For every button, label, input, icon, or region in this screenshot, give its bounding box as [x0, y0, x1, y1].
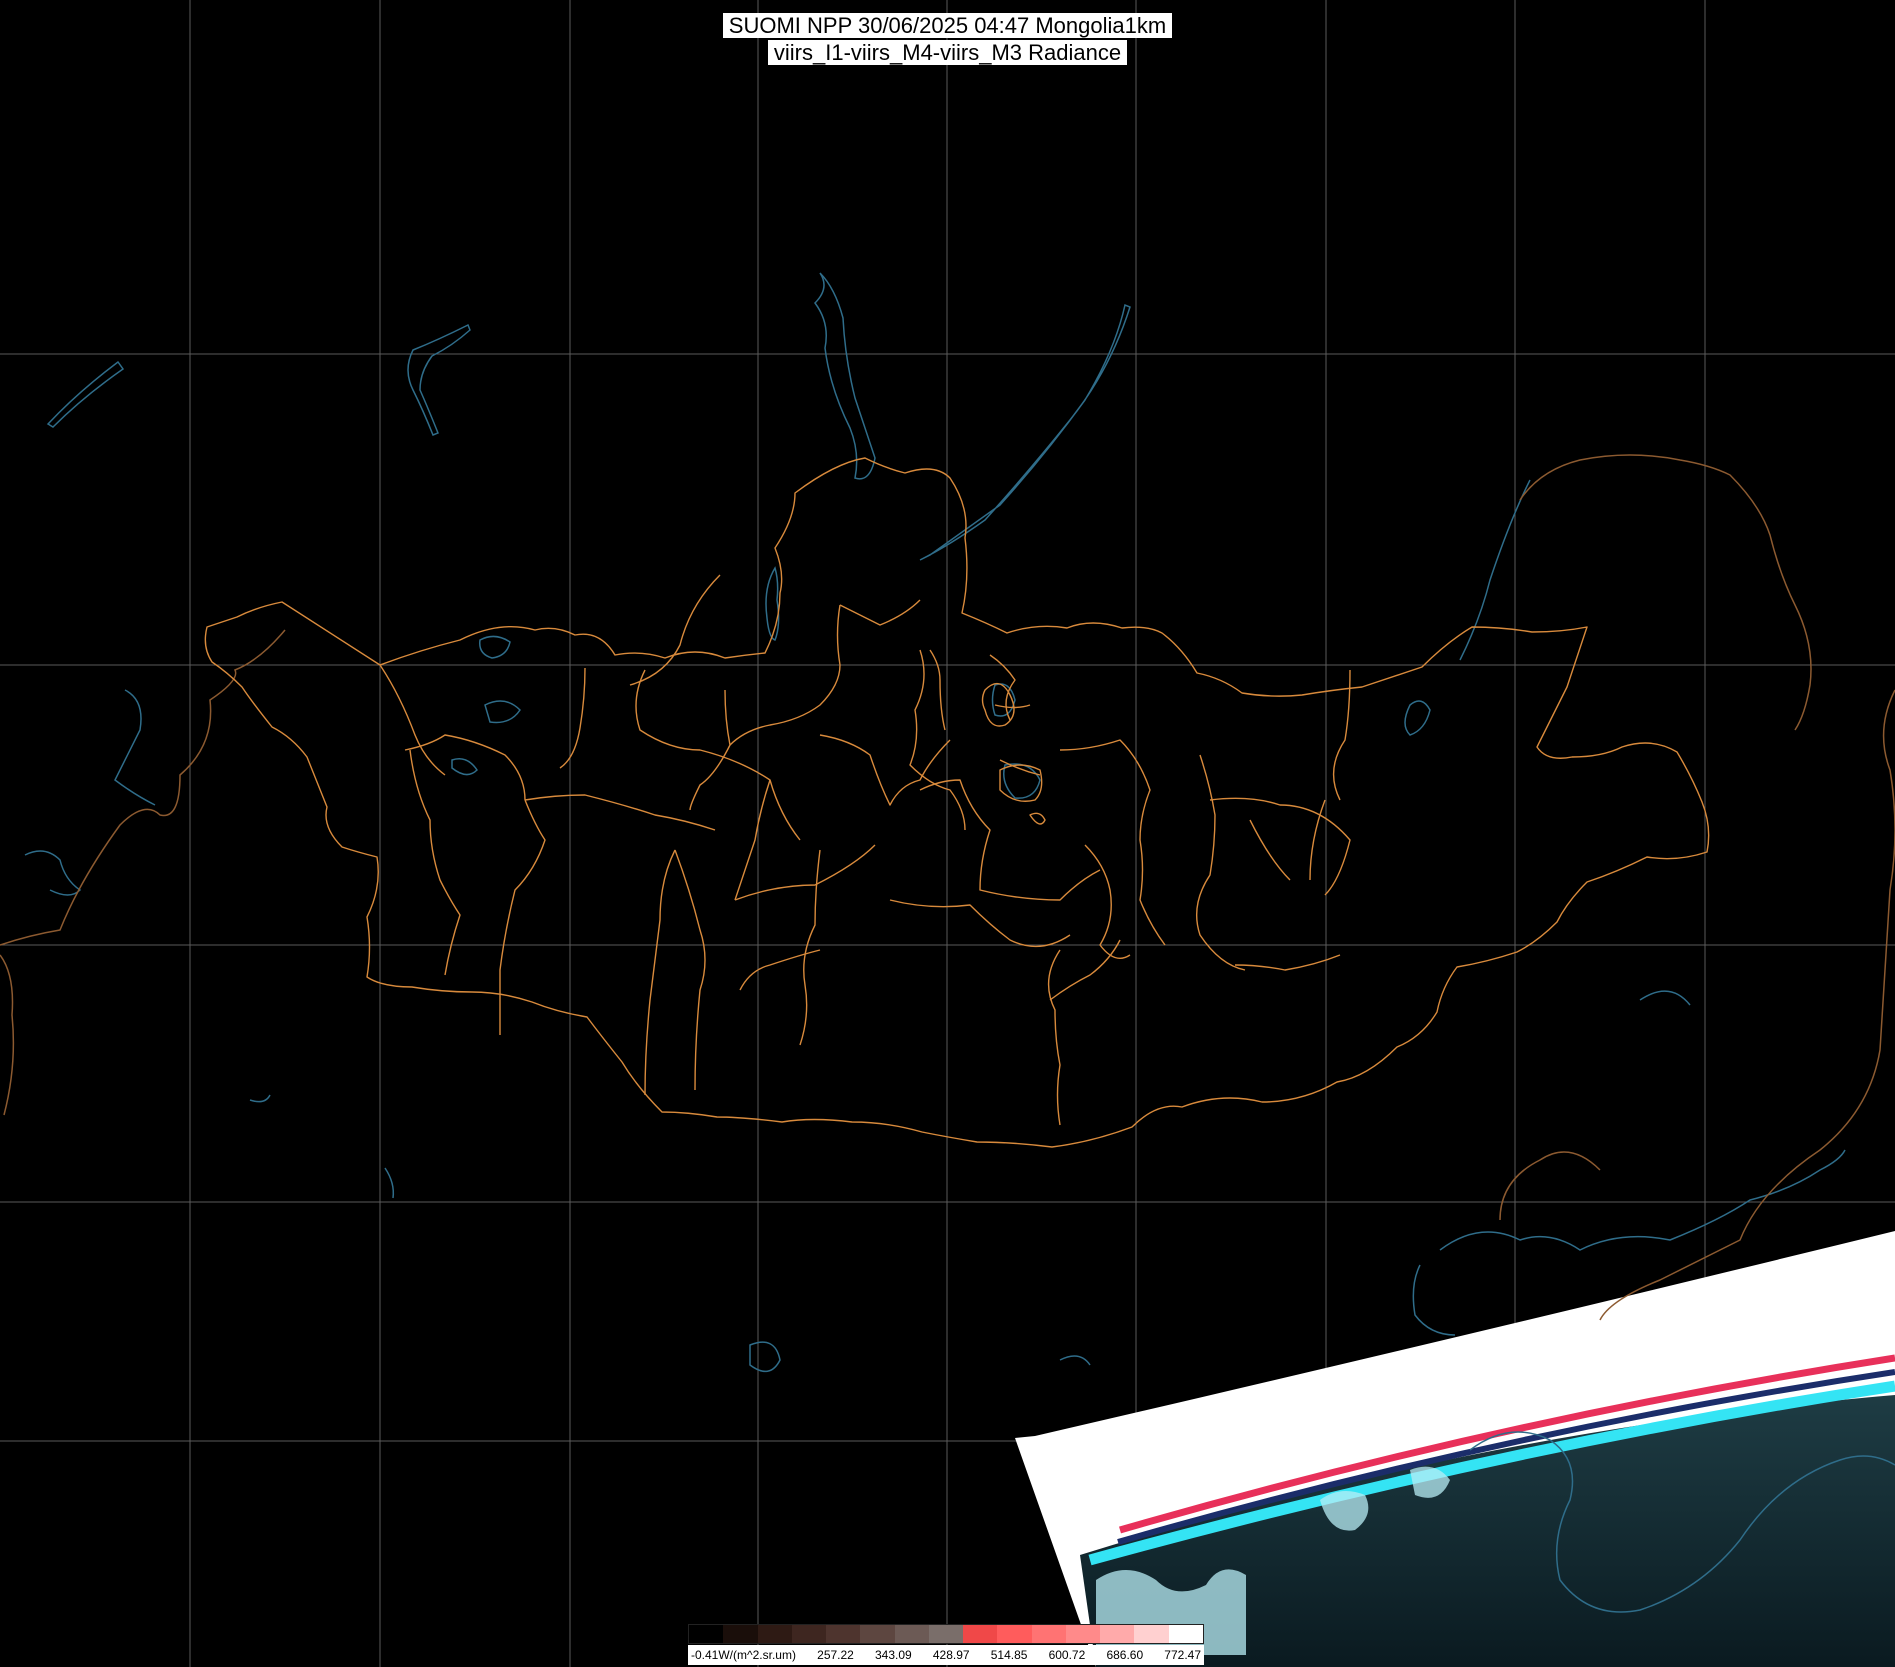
legend-swatch	[997, 1625, 1032, 1643]
legend-swatch	[894, 1625, 929, 1643]
radiance-legend: -0.41W/(m^2.sr.um) 257.22 343.09 428.97 514…	[688, 1624, 1204, 1666]
map-title: SUOMI NPP 30/06/2025 04:47 Mongolia1km	[722, 13, 1173, 38]
legend-swatch	[1100, 1625, 1135, 1643]
legend-swatch	[860, 1625, 895, 1643]
legend-tick-label: 428.97	[932, 1648, 970, 1662]
legend-tick-label: 686.60	[1106, 1648, 1144, 1662]
legend-swatch	[689, 1625, 724, 1643]
legend-swatch	[826, 1625, 861, 1643]
map-subtitle: viirs_I1-viirs_M4-viirs_M3 Radiance	[767, 40, 1128, 65]
legend-tick-label: 343.09	[875, 1648, 912, 1662]
legend-tick-label: 772.47	[1164, 1648, 1201, 1662]
legend-tick-label: 600.72	[1048, 1648, 1086, 1662]
satellite-map	[0, 0, 1895, 1667]
title-line-2-wrap: viirs_I1-viirs_M4-viirs_M3 Radiance	[0, 40, 1895, 65]
legend-swatch	[1168, 1625, 1203, 1643]
legend-tick-label: 514.85	[990, 1648, 1028, 1662]
legend-unit-label: -0.41W/(m^2.sr.um)	[691, 1648, 796, 1662]
legend-color-ramp	[688, 1624, 1204, 1644]
legend-swatch	[1065, 1625, 1101, 1643]
legend-swatch	[963, 1625, 998, 1643]
legend-swatch	[757, 1625, 792, 1643]
legend-tick-label: 257.22	[817, 1648, 854, 1662]
legend-swatch	[723, 1625, 758, 1643]
title-line-1-wrap: SUOMI NPP 30/06/2025 04:47 Mongolia1km	[0, 13, 1895, 38]
legend-labels: -0.41W/(m^2.sr.um) 257.22 343.09 428.97 514…	[688, 1645, 1204, 1665]
legend-swatch	[928, 1625, 964, 1643]
legend-swatch	[1134, 1625, 1169, 1643]
legend-swatch	[1031, 1625, 1066, 1643]
legend-swatch	[791, 1625, 827, 1643]
